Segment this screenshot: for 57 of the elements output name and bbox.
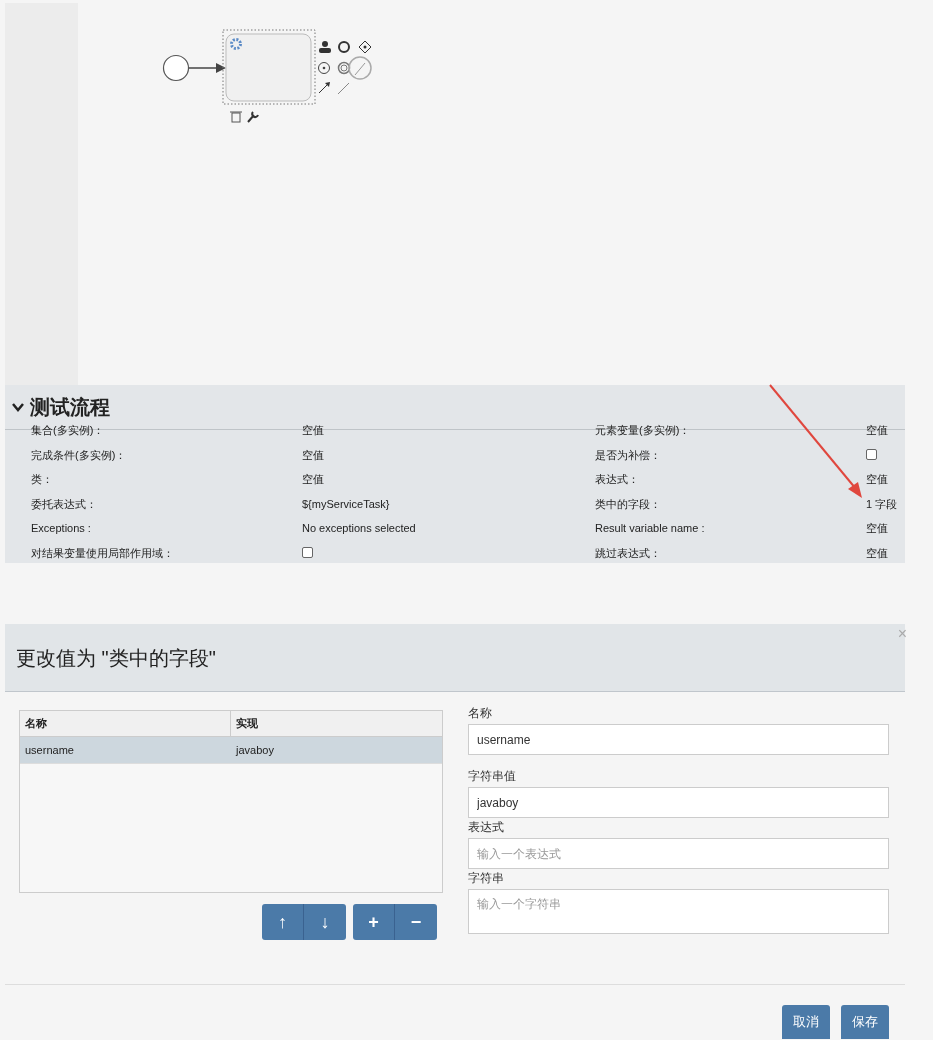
toolbar-button[interactable]: ↓ bbox=[304, 904, 346, 940]
property-value[interactable]: 空值 bbox=[302, 471, 324, 488]
property-label: 集合(多实例)： bbox=[31, 424, 105, 436]
connector-icon[interactable] bbox=[318, 82, 330, 94]
property-value[interactable]: ${myServiceTask} bbox=[302, 495, 390, 512]
table-row[interactable]: username javaboy bbox=[20, 737, 442, 764]
start-event[interactable] bbox=[162, 54, 190, 82]
property-label: 类： bbox=[31, 473, 53, 485]
table-cell-text: username bbox=[24, 742, 75, 758]
property-label: 类中的字段： bbox=[595, 497, 661, 510]
property-value[interactable]: 空值 bbox=[866, 422, 888, 439]
column-header[interactable]: 名称 bbox=[20, 711, 231, 736]
property-label: Result variable name : bbox=[595, 522, 705, 534]
property-value[interactable]: 1 字段 bbox=[866, 495, 898, 512]
checkbox[interactable] bbox=[302, 547, 313, 559]
property-value[interactable]: 空值 bbox=[866, 544, 888, 561]
toolbar-button[interactable]: + bbox=[353, 904, 395, 940]
property-value[interactable]: 空值 bbox=[866, 471, 888, 488]
property-label: 完成条件(多实例)： bbox=[31, 448, 127, 461]
flow-arrow[interactable] bbox=[188, 63, 226, 73]
user-icon[interactable] bbox=[319, 41, 331, 53]
gateway-icon[interactable] bbox=[358, 40, 372, 54]
checkbox[interactable] bbox=[866, 449, 877, 461]
property-label: 对结果变量使用局部作用域： bbox=[31, 546, 174, 559]
input-field[interactable]: 输入一个表达式 bbox=[468, 838, 889, 869]
footer-button[interactable]: 取消 bbox=[782, 1005, 830, 1039]
event-icon[interactable] bbox=[318, 62, 330, 74]
intermediate-event-icon[interactable] bbox=[337, 61, 351, 75]
association-icon[interactable] bbox=[337, 82, 350, 95]
input-field[interactable]: username bbox=[468, 724, 889, 755]
field-label: 字符串值 bbox=[468, 768, 517, 785]
field-label: 名称 bbox=[468, 705, 493, 722]
field-label: 字符串 bbox=[468, 870, 505, 887]
input-field[interactable]: javaboy bbox=[468, 787, 889, 818]
property-value[interactable]: No exceptions selected bbox=[302, 520, 416, 537]
field-label: 表达式 bbox=[468, 819, 505, 836]
gear-icon bbox=[230, 38, 242, 50]
footer-button[interactable]: 保存 bbox=[841, 1005, 889, 1039]
property-label: 元素变量(多实例)： bbox=[595, 424, 691, 436]
toolbar-button[interactable]: − bbox=[395, 904, 437, 940]
table-cell-text: javaboy bbox=[234, 742, 275, 758]
column-header[interactable]: 实现 bbox=[231, 711, 442, 736]
chevron-down-icon[interactable] bbox=[12, 402, 24, 412]
property-label: Exceptions : bbox=[31, 522, 91, 534]
dialog-title: 更改值为 "类中的字段" bbox=[16, 645, 216, 671]
wrench-icon[interactable] bbox=[247, 111, 259, 123]
property-label: 表达式： bbox=[595, 473, 639, 485]
toolbar-button[interactable]: ↑ bbox=[262, 904, 304, 940]
property-value[interactable]: 空值 bbox=[302, 422, 324, 439]
property-label: 是否为补偿： bbox=[595, 448, 661, 461]
panel-title: 测试流程 bbox=[30, 395, 110, 420]
property-label: 跳过表达式： bbox=[595, 546, 661, 559]
property-value[interactable]: 空值 bbox=[302, 446, 324, 463]
trash-icon[interactable] bbox=[229, 111, 243, 123]
property-value[interactable]: 空值 bbox=[866, 520, 888, 537]
string-textarea[interactable]: 输入一个字符串 bbox=[468, 889, 889, 934]
property-label: 委托表达式： bbox=[31, 497, 97, 510]
